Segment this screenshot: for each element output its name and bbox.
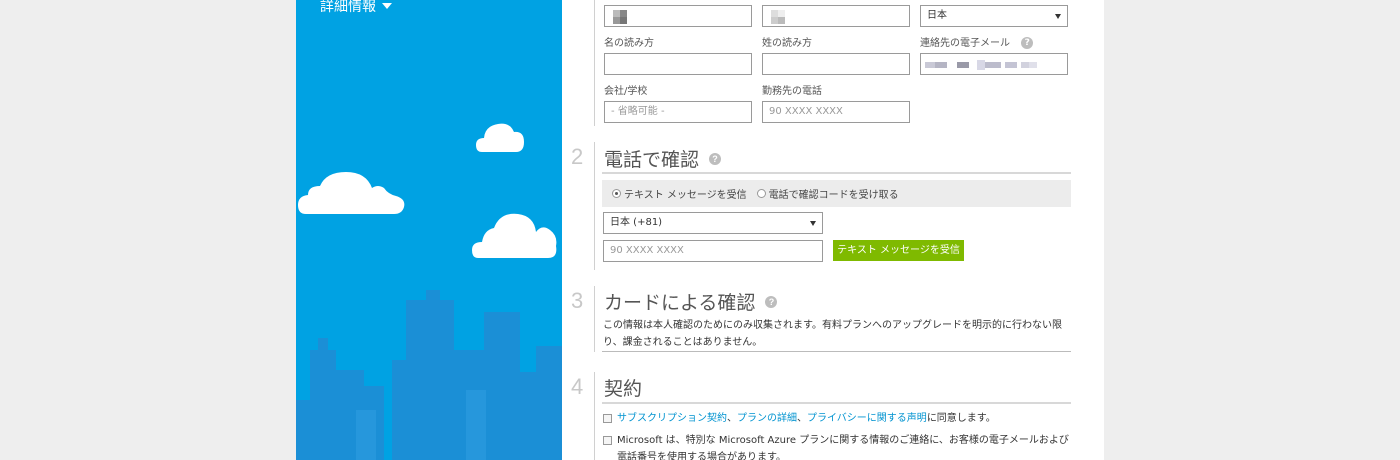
radio-selected-icon [612,189,621,198]
radio-unselected-icon [756,189,766,198]
step-number: 3 [571,288,584,313]
family-name-reading-field[interactable] [762,53,910,75]
contact-email-label: 連絡先の電子メール ? [920,34,1034,49]
dropdown-arrow-icon [810,221,816,226]
work-phone-field[interactable]: 90 XXXX XXXX [762,101,910,123]
caret-down-icon [382,3,392,9]
agreement-suffix: に同意します。 [926,413,996,424]
agreement-checkbox[interactable] [603,414,612,423]
step-title-text: 電話で確認 [604,150,700,171]
plan-details-link[interactable]: プランの詳細 [737,413,797,424]
given-name-reading-field[interactable] [604,53,752,75]
given-name-field[interactable] [604,5,752,27]
card-verification-note: この情報は本人確認のためにのみ収集されます。有料プランへのアップグレードを明示的… [603,320,1062,348]
company-label: 会社/学校 [604,86,648,97]
separator: 、 [797,413,807,424]
sidebar-illustration: 詳細情報 [296,0,562,460]
step-number: 4 [571,374,584,399]
work-phone-label: 勤務先の電話 [762,86,822,97]
step-rule [602,172,1071,174]
agreement-text: サブスクリプション契約、プランの詳細、プライバシーに関する声明に同意します。 [617,410,996,427]
privacy-statement-link[interactable]: プライバシーに関する声明 [807,413,927,424]
help-icon[interactable]: ? [765,295,778,308]
radio-text-message[interactable]: テキスト メッセージを受信 [612,186,747,201]
signup-form: 日本 名の読み方 姓の読み方 連絡先の電子メール ? 会社/学校 勤務先の電話 … [562,0,1104,460]
radio-text-message-label: テキスト メッセージを受信 [624,190,747,201]
details-toggle-label: 詳細情報 [320,0,376,15]
country-select[interactable]: 日本 [920,5,1068,27]
city-skyline-icon [296,290,562,460]
redacted-text [613,10,627,24]
company-field[interactable]: - 省略可能 - [604,101,752,123]
step-number: 2 [571,144,584,169]
family-name-reading-label: 姓の読み方 [762,38,812,49]
section-divider [594,142,595,270]
redacted-text [925,60,1037,70]
phone-number-field[interactable]: 90 XXXX XXXX [603,240,823,262]
radio-phone-call-label: 電話で確認コードを受け取る [768,190,899,201]
step-rule [602,402,1071,404]
step-title-text: カードによる確認 [604,293,756,314]
cloud-icon [298,172,405,214]
step-rule [602,351,1071,352]
step-title-text: 契約 [604,379,643,400]
dropdown-arrow-icon [1055,14,1061,19]
step-title: カードによる確認? [604,288,778,315]
given-name-reading-label: 名の読み方 [604,38,654,49]
country-code-value: 日本 (+81) [610,217,663,228]
redacted-text [771,10,785,24]
offers-text: Microsoft は、特別な Microsoft Azure プランに関する情… [617,435,1069,460]
verify-method-group: テキスト メッセージを受信 電話で確認コードを受け取る [602,180,1071,207]
country-select-value: 日本 [927,10,947,21]
help-icon[interactable]: ? [1021,37,1034,49]
offers-checkbox[interactable] [603,436,612,445]
cloud-icon [472,213,557,258]
help-icon[interactable]: ? [709,152,722,165]
cloud-icon [476,123,524,152]
separator: 、 [727,413,737,424]
step-title: 契約 [604,374,642,401]
agreement-row: サブスクリプション契約、プランの詳細、プライバシーに関する声明に同意します。 [603,410,1073,427]
family-name-field[interactable] [762,5,910,27]
section-divider [594,286,595,352]
country-code-select[interactable]: 日本 (+81) [603,212,823,234]
section-divider [594,0,595,126]
radio-phone-call[interactable]: 電話で確認コードを受け取る [756,186,899,201]
contact-email-field[interactable] [920,53,1068,75]
step-title: 電話で確認? [604,145,722,172]
send-text-button[interactable]: テキスト メッセージを受信 [833,240,964,261]
details-toggle[interactable]: 詳細情報 [320,0,392,16]
subscription-agreement-link[interactable]: サブスクリプション契約 [617,413,727,424]
offers-row: Microsoft は、特別な Microsoft Azure プランに関する情… [603,432,1073,460]
contact-email-label-text: 連絡先の電子メール [920,38,1010,49]
section-divider [594,372,595,460]
